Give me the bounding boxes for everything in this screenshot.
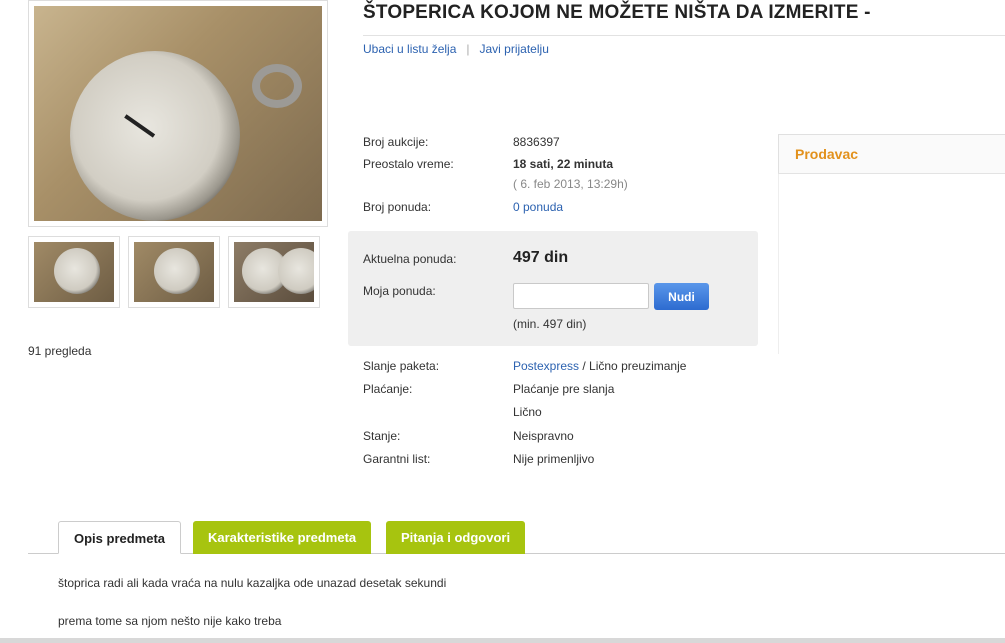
current-bid-value: 497 din bbox=[513, 249, 569, 266]
warranty-label: Garantni list: bbox=[363, 452, 431, 466]
shipping-label: Slanje paketa: bbox=[363, 359, 440, 373]
bids-label: Broj ponuda: bbox=[363, 200, 432, 214]
time-left-label: Preostalo vreme: bbox=[363, 157, 454, 171]
auction-end-date: ( 6. feb 2013, 13:29h) bbox=[513, 177, 628, 191]
tab-questions[interactable]: Pitanja i odgovori bbox=[386, 521, 526, 554]
thumbnail-2[interactable] bbox=[128, 236, 220, 308]
seller-title: Prodavac bbox=[795, 146, 859, 162]
my-bid-label: Moja ponuda: bbox=[363, 284, 436, 298]
action-links: Ubaci u listu želja | Javi prijatelju bbox=[363, 42, 549, 56]
stopwatch-image bbox=[34, 6, 322, 221]
page-title: ŠTOPERICA KOJOM NE MOŽETE NIŠTA DA IZMER… bbox=[363, 2, 871, 23]
payment-option-1: Plaćanje pre slanja bbox=[513, 382, 615, 396]
bid-button[interactable]: Nudi bbox=[654, 283, 709, 310]
title-divider bbox=[363, 35, 1005, 36]
description-line-1: štoprica radi ali kada vraća na nulu kaz… bbox=[58, 576, 447, 590]
payment-label: Plaćanje: bbox=[363, 382, 413, 396]
main-product-photo[interactable] bbox=[28, 0, 328, 227]
description-line-2: prema tome sa njom nešto nije kako treba bbox=[58, 614, 282, 628]
thumbnail-3[interactable] bbox=[228, 236, 320, 308]
bottom-scrollbar bbox=[0, 638, 1005, 643]
postexpress-link[interactable]: Postexpress bbox=[513, 359, 579, 373]
warranty-value: Nije primenljivo bbox=[513, 452, 595, 466]
bid-input[interactable] bbox=[513, 283, 649, 309]
condition-label: Stanje: bbox=[363, 429, 401, 443]
tab-bar: Opis predmeta Karakteristike predmeta Pi… bbox=[28, 521, 1005, 554]
time-left-value: 18 sati, 22 minuta bbox=[513, 157, 614, 171]
tab-characteristics[interactable]: Karakteristike predmeta bbox=[193, 521, 372, 554]
auction-label: Broj aukcije: bbox=[363, 135, 429, 149]
personal-pickup: Lično preuzimanje bbox=[589, 359, 687, 373]
shipping-options: Postexpress / Lično preuzimanje bbox=[513, 359, 686, 373]
tell-friend-link[interactable]: Javi prijatelju bbox=[480, 42, 549, 56]
current-bid-label: Aktuelna ponuda: bbox=[363, 252, 457, 266]
seller-box-body bbox=[778, 174, 1005, 354]
payment-option-2: Lično bbox=[513, 405, 542, 419]
view-count: 91 pregleda bbox=[28, 344, 92, 358]
min-bid-note: (min. 497 din) bbox=[513, 317, 587, 331]
shipping-separator: / bbox=[579, 359, 590, 373]
tab-description[interactable]: Opis predmeta bbox=[58, 521, 182, 554]
auction-number: 8836397 bbox=[513, 135, 560, 149]
seller-box-header: Prodavac bbox=[778, 134, 1005, 174]
bids-count-link[interactable]: 0 ponuda bbox=[513, 200, 563, 214]
condition-value: Neispravno bbox=[513, 429, 574, 443]
thumbnail-1[interactable] bbox=[28, 236, 120, 308]
wishlist-link[interactable]: Ubaci u listu želja bbox=[363, 42, 456, 56]
